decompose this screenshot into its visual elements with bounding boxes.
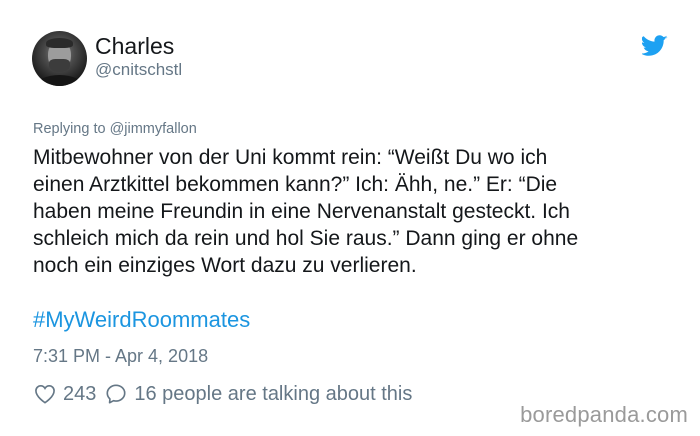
author-avatar[interactable] <box>32 31 87 86</box>
avatar-shoulders <box>36 75 83 86</box>
comment-bubble-icon[interactable] <box>104 382 128 406</box>
talking-about-this[interactable]: 16 people are talking about this <box>134 383 412 406</box>
tweet-text: Mitbewohner von der Uni kommt rein: “Wei… <box>33 144 693 279</box>
heart-icon[interactable] <box>33 382 57 406</box>
tweet-timestamp[interactable]: 7:31 PM - Apr 4, 2018 <box>33 345 208 367</box>
author-display-name[interactable]: Charles <box>95 32 174 60</box>
tweet-text-line: noch ein einziges Wort dazu zu verlieren… <box>33 254 417 277</box>
hashtag-link[interactable]: #MyWeirdRoommates <box>33 306 250 334</box>
tweet-card: Charles @cnitschstl Replying to @jimmyfa… <box>0 0 700 436</box>
twitter-bird-icon[interactable] <box>642 35 668 57</box>
like-count[interactable]: 243 <box>63 383 96 406</box>
tweet-text-line: schleich mich da rein und hol Sie raus.”… <box>33 227 579 250</box>
tweet-actions: 243 16 people are talking about this <box>33 380 412 408</box>
author-handle[interactable]: @cnitschstl <box>95 60 182 80</box>
tweet-text-line: einen Arztkittel bekommen kann?” Ich: Äh… <box>33 173 558 196</box>
boredpanda-watermark: boredpanda.com <box>520 402 688 427</box>
replying-to[interactable]: Replying to @jimmyfallon <box>33 120 197 138</box>
avatar-beard <box>49 59 70 72</box>
avatar-hair <box>46 38 73 48</box>
tweet-text-line: haben meine Freundin in eine Nervenansta… <box>33 200 570 223</box>
tweet-text-line: Mitbewohner von der Uni kommt rein: “Wei… <box>33 146 548 169</box>
